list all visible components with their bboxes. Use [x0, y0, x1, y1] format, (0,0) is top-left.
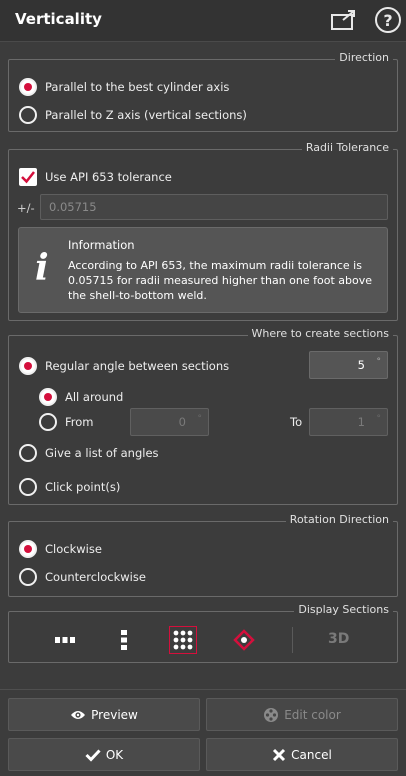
angle-value: 5	[357, 358, 365, 372]
preview-button[interactable]: Preview	[8, 698, 200, 731]
radio-selected[interactable]	[39, 388, 57, 406]
direction-option-label: Parallel to the best cylinder axis	[45, 80, 230, 94]
svg-text:?: ?	[383, 11, 392, 30]
edit-color-label: Edit color	[284, 707, 341, 722]
counterclockwise-label: Counterclockwise	[45, 570, 146, 584]
close-icon	[273, 748, 286, 761]
ok-button[interactable]: OK	[8, 738, 200, 771]
grid-dots-icon[interactable]	[169, 626, 197, 654]
vertical-dots-icon[interactable]	[109, 625, 139, 655]
use-api-checkbox-row[interactable]: Use API 653 tolerance	[19, 168, 172, 186]
diamond-point-icon[interactable]	[229, 625, 259, 655]
all-around-label: All around	[65, 390, 124, 404]
checkmark-icon	[21, 171, 35, 184]
angle-input[interactable]: 5 °	[309, 351, 388, 379]
radio-selected[interactable]	[19, 357, 37, 375]
footer-divider	[0, 689, 406, 690]
clockwise-option[interactable]: Clockwise	[19, 540, 102, 558]
to-input[interactable]: 1 °	[309, 408, 388, 436]
cancel-label: Cancel	[291, 747, 332, 762]
use-api-checkbox[interactable]	[19, 168, 37, 186]
from-value: 0	[178, 415, 186, 429]
info-icon: i	[35, 247, 49, 289]
plusminus-label: +/-	[17, 201, 35, 215]
degree-unit: °	[197, 414, 203, 424]
rotation-group-title: Rotation Direction	[285, 513, 393, 526]
list-of-angles-option[interactable]: Give a list of angles	[19, 444, 159, 462]
popout-window-icon[interactable]	[330, 8, 358, 32]
to-value: 1	[357, 415, 365, 429]
radio-unselected[interactable]	[19, 444, 37, 462]
direction-option-best-cylinder[interactable]: Parallel to the best cylinder axis	[19, 78, 229, 96]
direction-group-title: Direction	[335, 51, 393, 64]
to-label: To	[290, 415, 303, 429]
info-title: Information	[68, 238, 135, 252]
cancel-button[interactable]: Cancel	[206, 738, 398, 771]
direction-option-z-axis[interactable]: Parallel to Z axis (vertical sections)	[19, 106, 247, 124]
checkmark-icon	[85, 748, 101, 762]
radii-group-title: Radii Tolerance	[301, 141, 393, 154]
3d-view-button[interactable]: 3D	[328, 631, 349, 647]
horizontal-dots-icon[interactable]	[50, 625, 80, 655]
help-icon[interactable]: ?	[374, 6, 402, 34]
radio-selected[interactable]	[19, 78, 37, 96]
clockwise-label: Clockwise	[45, 542, 102, 556]
list-of-angles-label: Give a list of angles	[45, 446, 159, 460]
counterclockwise-option[interactable]: Counterclockwise	[19, 568, 146, 586]
degree-unit: °	[376, 414, 382, 424]
use-api-label: Use API 653 tolerance	[45, 170, 172, 184]
title-bar: Verticality ?	[0, 0, 406, 42]
radio-unselected[interactable]	[19, 568, 37, 586]
click-points-option[interactable]: Click point(s)	[19, 478, 120, 496]
display-group-title: Display Sections	[294, 603, 393, 616]
all-around-option[interactable]: All around	[39, 388, 123, 406]
color-palette-icon	[264, 707, 279, 722]
tolerance-input[interactable]: 0.05715	[40, 194, 388, 220]
information-box: i Information According to API 653, the …	[18, 227, 388, 313]
radio-unselected[interactable]	[39, 413, 57, 431]
radio-unselected[interactable]	[19, 106, 37, 124]
radio-selected[interactable]	[19, 540, 37, 558]
ok-label: OK	[105, 747, 124, 762]
regular-angle-option[interactable]: Regular angle between sections	[19, 357, 229, 375]
regular-angle-label: Regular angle between sections	[45, 359, 230, 373]
eye-icon	[71, 710, 86, 719]
info-text: According to API 653, the maximum radii …	[68, 259, 373, 302]
preview-label: Preview	[91, 707, 138, 722]
edit-color-button[interactable]: Edit color	[206, 698, 398, 731]
display-divider	[292, 627, 293, 653]
radio-unselected[interactable]	[19, 478, 37, 496]
from-label: From	[65, 415, 94, 429]
dialog-title: Verticality	[15, 10, 102, 28]
from-option[interactable]: From	[39, 413, 94, 431]
degree-unit: °	[376, 357, 382, 367]
click-points-label: Click point(s)	[45, 480, 121, 494]
from-input[interactable]: 0 °	[130, 408, 209, 436]
where-group-title: Where to create sections	[247, 327, 393, 340]
direction-option-label: Parallel to Z axis (vertical sections)	[45, 108, 247, 122]
